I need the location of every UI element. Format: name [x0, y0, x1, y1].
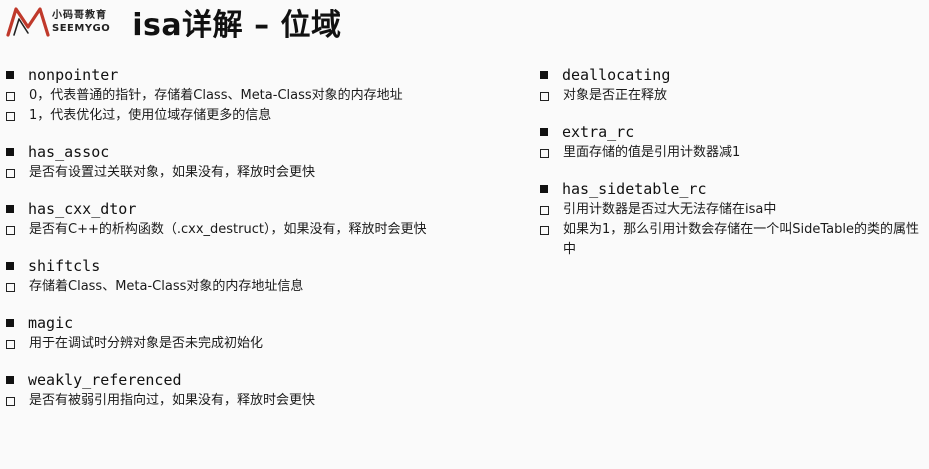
- hollow-square-bullet-icon: [540, 149, 549, 158]
- field-has-cxx-dtor: has_cxx_dtor 是否有C++的析构函数（.cxx_destruct），…: [6, 198, 526, 240]
- field-name: has_cxx_dtor: [28, 200, 137, 218]
- field-name: has_sidetable_rc: [562, 180, 707, 198]
- field-name: nonpointer: [28, 66, 119, 84]
- field-name: extra_rc: [562, 123, 635, 141]
- logo-chinese: 小码哥教育: [52, 9, 107, 21]
- description-text: 引用计数器是否过大无法存储在isa中: [563, 202, 777, 217]
- filled-square-bullet-icon: [6, 376, 14, 384]
- left-column: nonpointer 0，代表普通的指针，存储着Class、Meta-Class…: [6, 64, 526, 426]
- filled-square-bullet-icon: [540, 71, 548, 79]
- filled-square-bullet-icon: [6, 148, 14, 156]
- field-has-assoc: has_assoc 是否有设置过关联对象，如果没有，释放时会更快: [6, 141, 526, 183]
- description-text: 是否有被弱引用指向过，如果没有，释放时会更快: [29, 393, 316, 408]
- field-description: 是否有C++的析构函数（.cxx_destruct），如果没有，释放时会更快: [6, 220, 526, 240]
- field-magic: magic 用于在调试时分辨对象是否未完成初始化: [6, 312, 526, 354]
- logo-text: 小码哥教育 SEEMYGO: [52, 9, 111, 34]
- description-text: 0，代表普通的指针，存储着Class、Meta-Class对象的内存地址: [29, 88, 403, 103]
- field-nonpointer: nonpointer 0，代表普通的指针，存储着Class、Meta-Class…: [6, 64, 526, 126]
- hollow-square-bullet-icon: [6, 112, 15, 121]
- hollow-square-bullet-icon: [6, 92, 15, 101]
- field-description: 存储着Class、Meta-Class对象的内存地址信息: [6, 277, 526, 297]
- hollow-square-bullet-icon: [540, 92, 549, 101]
- filled-square-bullet-icon: [6, 71, 14, 79]
- field-description: 用于在调试时分辨对象是否未完成初始化: [6, 334, 526, 354]
- hollow-square-bullet-icon: [6, 169, 15, 178]
- description-text: 是否有C++的析构函数（.cxx_destruct），如果没有，释放时会更快: [29, 222, 427, 237]
- logo-english: SEEMYGO: [52, 22, 111, 34]
- hollow-square-bullet-icon: [6, 340, 15, 349]
- field-description: 对象是否正在释放: [540, 86, 929, 106]
- field-name: magic: [28, 314, 74, 332]
- page-title: isa详解 – 位域: [132, 8, 342, 43]
- field-head: magic: [6, 312, 526, 334]
- field-name: has_assoc: [28, 143, 110, 161]
- field-has-sidetable-rc: has_sidetable_rc 引用计数器是否过大无法存储在isa中 如果为1…: [540, 178, 929, 260]
- filled-square-bullet-icon: [540, 185, 548, 193]
- field-head: has_assoc: [6, 141, 526, 163]
- field-deallocating: deallocating 对象是否正在释放: [540, 64, 929, 106]
- header: 小码哥教育 SEEMYGO isa详解 – 位域: [4, 0, 604, 44]
- field-description: 如果为1，那么引用计数会存储在一个叫SideTable的类的属性中: [540, 220, 929, 260]
- hollow-square-bullet-icon: [6, 397, 15, 406]
- hollow-square-bullet-icon: [540, 226, 549, 235]
- field-head: has_cxx_dtor: [6, 198, 526, 220]
- field-description: 1，代表优化过，使用位域存储更多的信息: [6, 106, 526, 126]
- filled-square-bullet-icon: [6, 205, 14, 213]
- description-text: 1，代表优化过，使用位域存储更多的信息: [29, 108, 272, 123]
- field-head: deallocating: [540, 64, 929, 86]
- field-description: 里面存储的值是引用计数器减1: [540, 143, 929, 163]
- logo-m-icon: [6, 7, 50, 37]
- field-weakly-referenced: weakly_referenced 是否有被弱引用指向过，如果没有，释放时会更快: [6, 369, 526, 411]
- field-name: deallocating: [562, 66, 671, 84]
- field-description: 0，代表普通的指针，存储着Class、Meta-Class对象的内存地址: [6, 86, 526, 106]
- description-text: 里面存储的值是引用计数器减1: [563, 145, 741, 160]
- description-text: 存储着Class、Meta-Class对象的内存地址信息: [29, 279, 304, 294]
- field-head: extra_rc: [540, 121, 929, 143]
- logo: 小码哥教育 SEEMYGO: [4, 2, 110, 42]
- description-text: 是否有设置过关联对象，如果没有，释放时会更快: [29, 165, 316, 180]
- field-head: shiftcls: [6, 255, 526, 277]
- filled-square-bullet-icon: [540, 128, 548, 136]
- field-extra-rc: extra_rc 里面存储的值是引用计数器减1: [540, 121, 929, 163]
- hollow-square-bullet-icon: [540, 206, 549, 215]
- field-shiftcls: shiftcls 存储着Class、Meta-Class对象的内存地址信息: [6, 255, 526, 297]
- field-description: 引用计数器是否过大无法存储在isa中: [540, 200, 929, 220]
- field-head: has_sidetable_rc: [540, 178, 929, 200]
- field-name: shiftcls: [28, 257, 101, 275]
- hollow-square-bullet-icon: [6, 226, 15, 235]
- description-text: 用于在调试时分辨对象是否未完成初始化: [29, 336, 264, 351]
- hollow-square-bullet-icon: [6, 283, 15, 292]
- filled-square-bullet-icon: [6, 262, 14, 270]
- right-column: deallocating 对象是否正在释放 extra_rc 里面存储的值是引用…: [540, 64, 929, 275]
- filled-square-bullet-icon: [6, 319, 14, 327]
- field-description: 是否有设置过关联对象，如果没有，释放时会更快: [6, 163, 526, 183]
- field-description: 是否有被弱引用指向过，如果没有，释放时会更快: [6, 391, 526, 411]
- description-text: 对象是否正在释放: [563, 88, 668, 103]
- description-text: 如果为1，那么引用计数会存储在一个叫SideTable的类的属性中: [563, 222, 920, 257]
- field-head: weakly_referenced: [6, 369, 526, 391]
- field-head: nonpointer: [6, 64, 526, 86]
- field-name: weakly_referenced: [28, 371, 182, 389]
